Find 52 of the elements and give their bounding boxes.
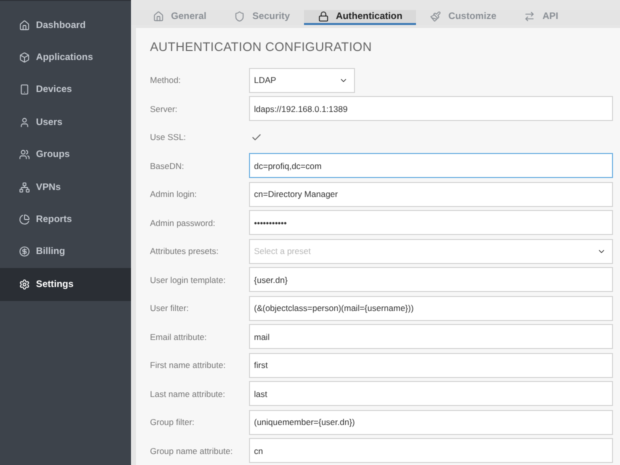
tab[interactable]: Authentication	[304, 10, 416, 25]
sidebar-item[interactable]: Users	[0, 106, 131, 139]
text-field[interactable]: cn	[249, 438, 613, 464]
text-field[interactable]: mail	[249, 324, 613, 350]
checkbox[interactable]	[251, 132, 262, 143]
sidebar-item[interactable]: Billing	[0, 236, 131, 268]
box-icon	[19, 52, 30, 64]
sidebar-item[interactable]: Devices	[0, 74, 131, 106]
pie-chart-icon	[19, 214, 30, 226]
settings-icon	[19, 278, 30, 290]
dollar-icon	[19, 246, 30, 258]
field-label: Server:	[150, 104, 178, 114]
arrows-icon	[524, 11, 536, 22]
users-icon	[19, 149, 30, 160]
field-label: BaseDN:	[150, 160, 186, 171]
text-field[interactable]: first	[249, 352, 613, 378]
sidebar-item[interactable]: Reports	[0, 203, 131, 236]
user-icon	[19, 116, 30, 128]
sidebar-item[interactable]: Groups	[0, 138, 131, 171]
text-field[interactable]: dc=profiq,dc=com	[249, 153, 613, 178]
field-label: User filter:	[150, 303, 190, 314]
home-icon	[19, 20, 30, 31]
brush-icon	[430, 11, 442, 22]
field-label: User login template:	[150, 274, 227, 285]
sidebar-item[interactable]: Settings	[0, 268, 131, 301]
text-field[interactable]: (uniquemember={user.dn})	[249, 410, 613, 435]
text-field[interactable]: cn=Directory Manager	[249, 182, 613, 207]
shield-icon	[234, 11, 246, 22]
field-label: First name attribute:	[150, 360, 227, 370]
method-select[interactable]: LDAP	[249, 68, 355, 93]
sidebar-item[interactable]: Dashboard	[0, 9, 131, 42]
text-field[interactable]: {user.dn}	[249, 267, 613, 292]
field-label: Group name attribute:	[150, 446, 234, 456]
field-label: Method:	[150, 75, 182, 86]
field-label: Email attribute:	[150, 332, 208, 342]
text-field[interactable]: •••••••••••	[249, 210, 613, 236]
field-label: Admin password:	[150, 218, 216, 228]
text-field[interactable]: last	[249, 381, 613, 406]
field-label: Attributes presets:	[150, 246, 220, 256]
text-field[interactable]: ldaps://192.168.0.1:1389	[249, 96, 613, 122]
text-field[interactable]: (&(objectclass=person)(mail={username}))	[249, 296, 613, 321]
sidebar-item[interactable]: Applications	[0, 41, 131, 74]
phone-icon	[19, 84, 30, 96]
network-icon	[19, 182, 30, 193]
lock-icon	[318, 11, 329, 22]
field-label: Group filter:	[150, 417, 196, 428]
section-title: AUTHENTICATION CONFIGURATION	[150, 40, 373, 54]
sidebar-item[interactable]: VPNs	[0, 170, 131, 204]
field-label: Last name attribute:	[150, 388, 226, 399]
home-icon	[153, 11, 164, 22]
field-label: Admin login:	[150, 189, 198, 200]
field-label: Use SSL:	[150, 132, 187, 142]
